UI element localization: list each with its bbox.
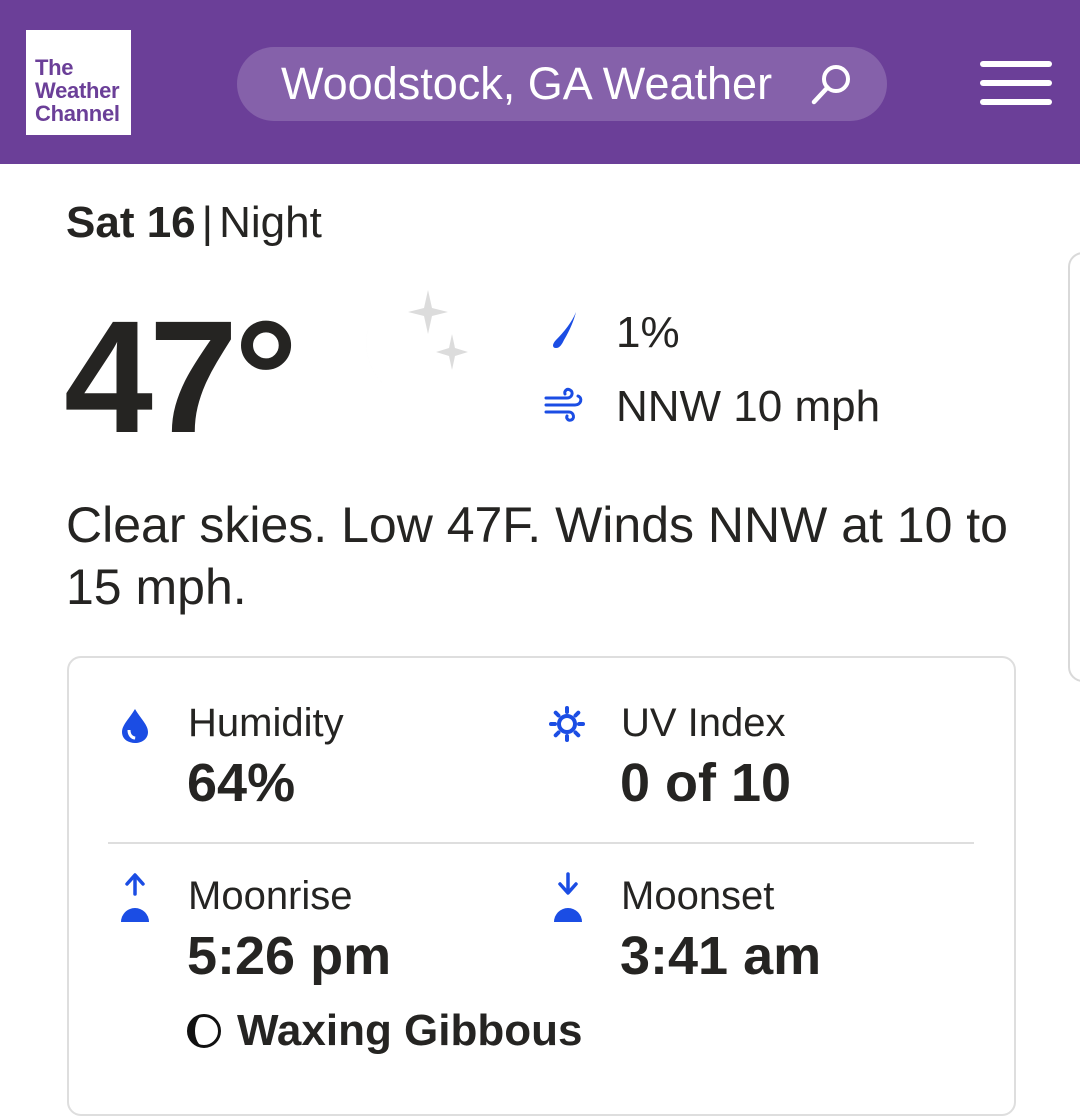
heading-separator: | (201, 198, 214, 247)
wind-speed: NNW 10 mph (616, 382, 881, 431)
search-location-text[interactable]: Woodstock, GA Weather (281, 60, 772, 108)
moonset-label: Moonset (621, 874, 775, 918)
forecast-narrative: Clear skies. Low 47F. Winds NNW at 10 to… (66, 497, 1008, 615)
moonrise-label: Moonrise (188, 874, 353, 918)
moon-phase-text: Waxing Gibbous (237, 1006, 583, 1055)
menu-bar-top (980, 61, 1052, 67)
scroll-edge-handle[interactable] (1068, 252, 1080, 682)
uv-index-label: UV Index (621, 701, 786, 745)
moonrise-icon (121, 873, 149, 922)
moonset-value: 3:41 am (620, 926, 822, 986)
menu-bar-middle (980, 80, 1052, 86)
precipitation-chance: 1% (616, 308, 680, 357)
uv-sun-icon (549, 706, 585, 742)
details-divider (108, 842, 974, 844)
moon-stars-icon (366, 290, 468, 402)
menu-bar-bottom (980, 99, 1052, 105)
hamburger-menu-icon[interactable] (980, 59, 1052, 107)
forecast-day: Sat 16 (66, 198, 196, 247)
search-icon[interactable] (809, 62, 855, 108)
precipitation-drop-icon (553, 312, 576, 348)
logo-text-line2: Weather (35, 78, 120, 103)
moonset-icon (554, 872, 582, 922)
logo-text-line3: Channel (35, 101, 120, 126)
forecast-day-heading: Sat 16 | Night (66, 196, 322, 250)
app-header: The Weather Channel Woodstock, GA Weathe… (0, 0, 1080, 164)
humidity-value: 64% (187, 753, 296, 813)
moonrise-value: 5:26 pm (187, 926, 392, 986)
moon-phase-icon (187, 1014, 221, 1048)
forecast-period: Night (219, 198, 322, 247)
uv-index-value: 0 of 10 (620, 753, 792, 813)
wind-icon (544, 387, 583, 422)
location-search-bar[interactable]: Woodstock, GA Weather (237, 47, 887, 121)
logo-text-line1: The (35, 55, 74, 80)
humidity-label: Humidity (188, 701, 344, 745)
temperature-value: 47° (64, 287, 298, 466)
weather-channel-logo[interactable]: The Weather Channel (26, 30, 131, 135)
humidity-drop-icon (122, 709, 148, 743)
